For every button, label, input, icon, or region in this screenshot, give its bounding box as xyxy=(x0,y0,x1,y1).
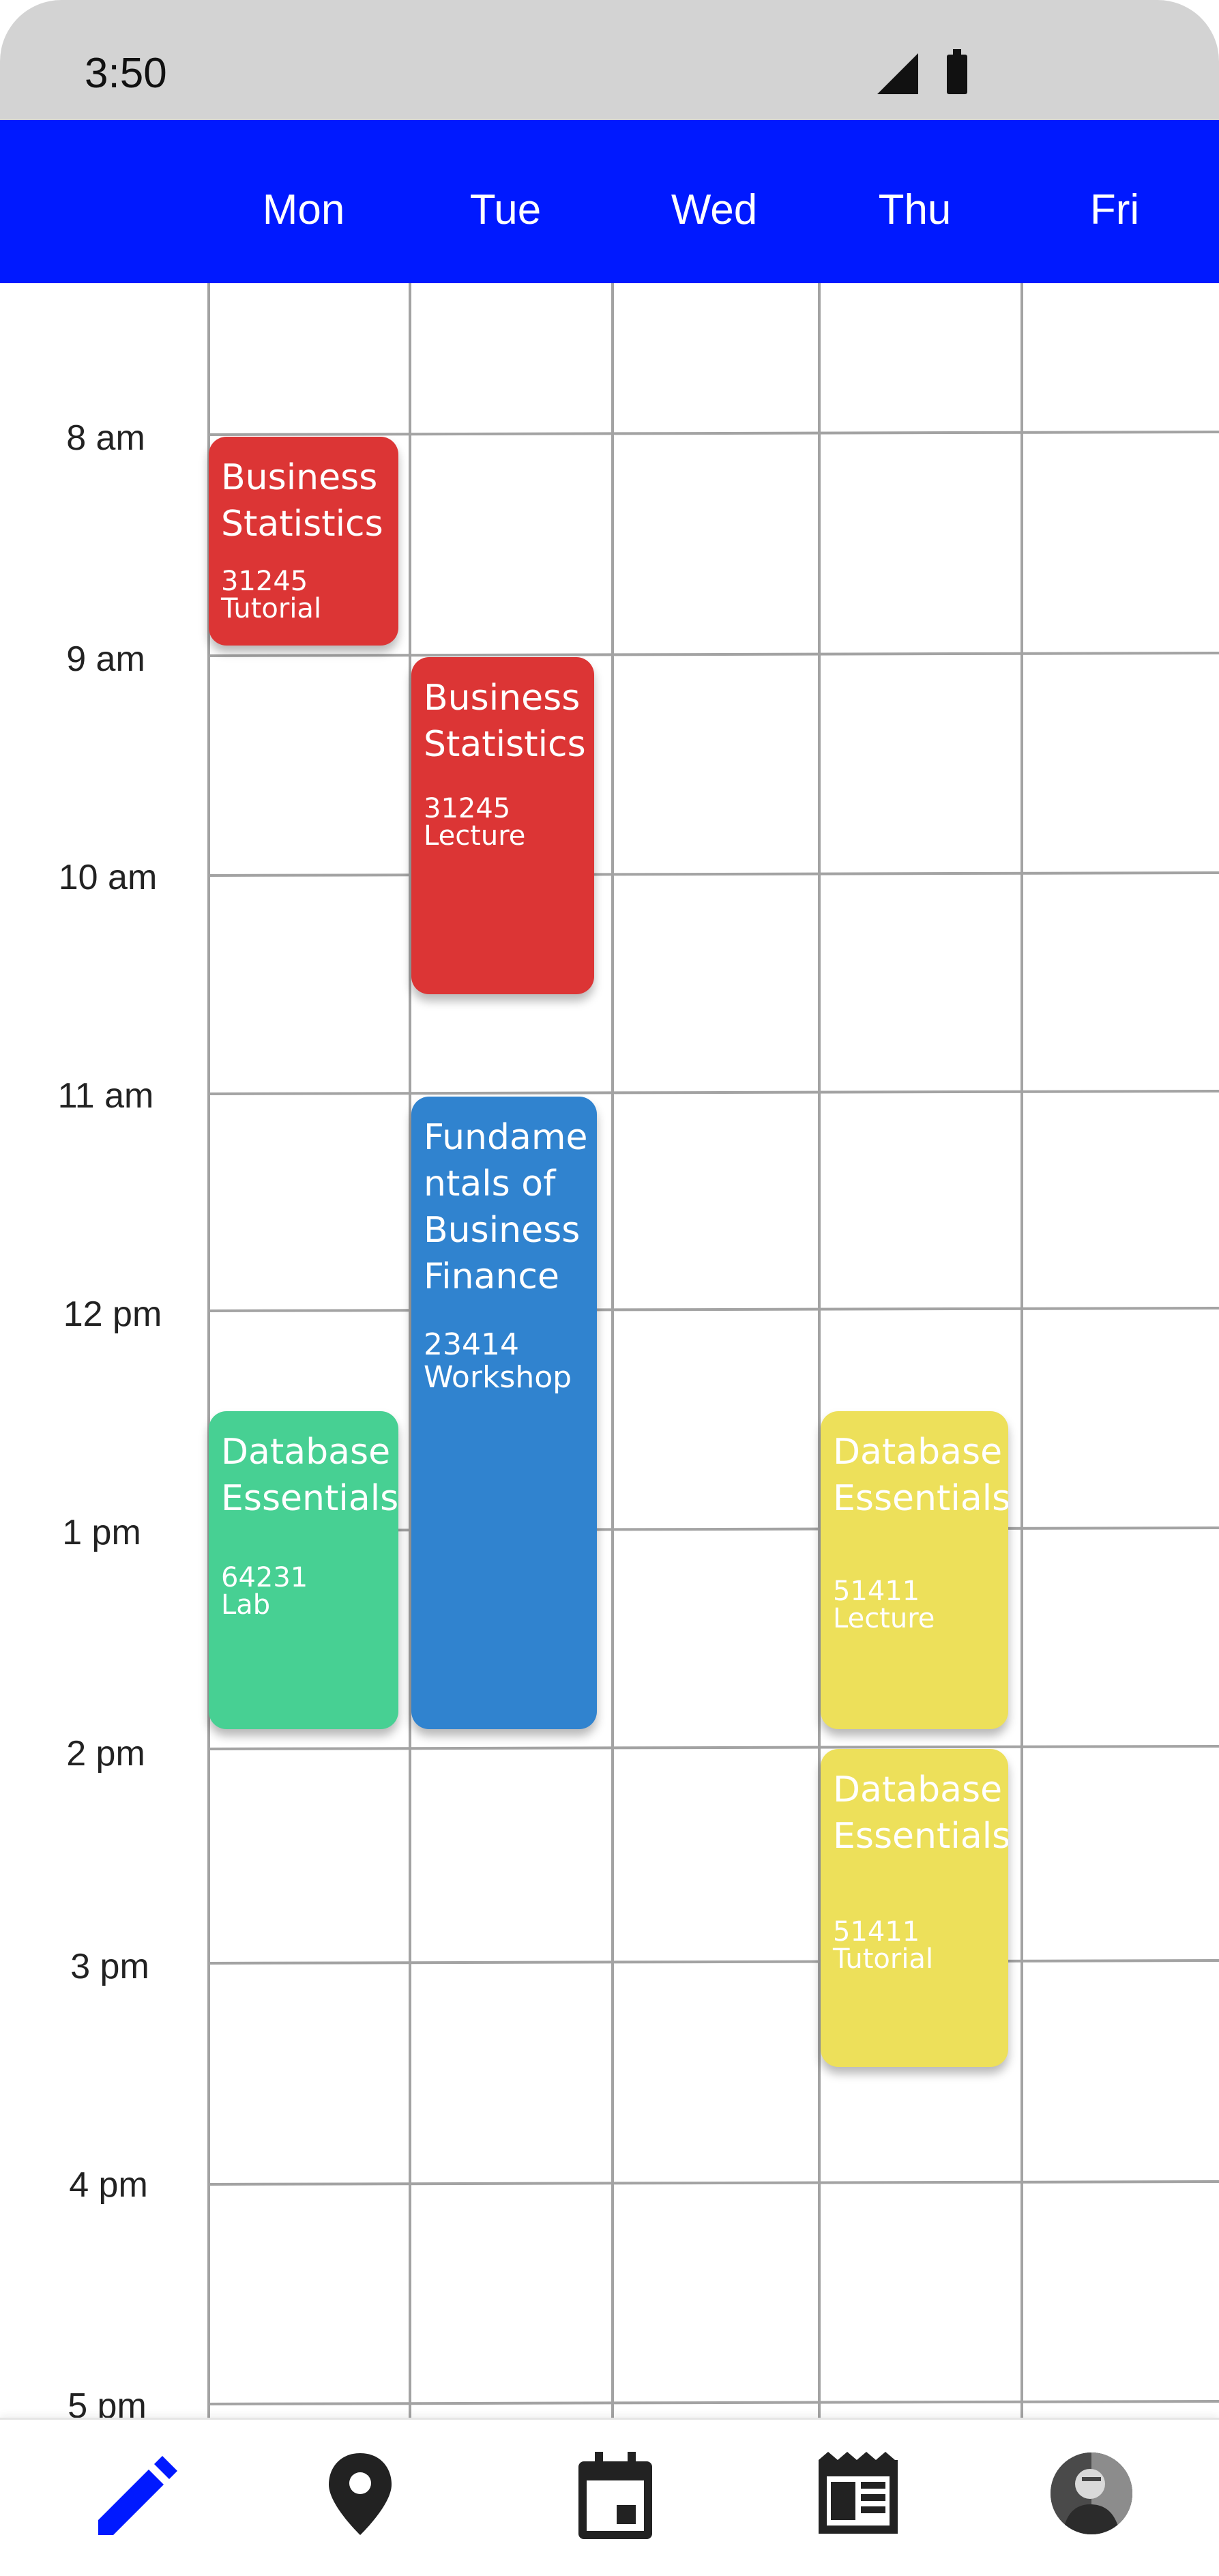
status-bar: 3:50 xyxy=(0,0,1219,120)
nav-news-button[interactable] xyxy=(810,2446,906,2542)
event-type: Tutorial xyxy=(833,1943,934,1975)
pencil-icon xyxy=(98,2456,177,2535)
event-type: Tutorial xyxy=(221,593,322,624)
day-label-fri: Fri xyxy=(1089,186,1140,233)
timetable-grid xyxy=(207,283,1219,2419)
event-code: 51411 xyxy=(833,1916,920,1948)
location-pin-icon xyxy=(329,2453,392,2535)
nav-edit-button[interactable] xyxy=(89,2446,184,2542)
day-label-tue: Tue xyxy=(469,186,542,233)
event-title: Database Essentials xyxy=(833,1769,1008,1857)
event-card[interactable]: Database Essentials 64231 Lab xyxy=(209,1411,398,1729)
event-card[interactable]: Database Essentials 51411 Tutorial xyxy=(821,1749,1008,2067)
event-card[interactable]: Fundame ntals of Business Finance 23414 … xyxy=(411,1097,597,1729)
time-label-3pm: 3 pm xyxy=(70,1947,149,1986)
event-type: Lab xyxy=(221,1589,271,1621)
battery-icon xyxy=(947,49,967,94)
time-label-12pm: 12 pm xyxy=(63,1294,162,1334)
event-title: Business Statistics xyxy=(424,678,586,765)
event-title: Business Statistics xyxy=(221,457,383,545)
event-title: Database Essentials xyxy=(221,1432,398,1519)
time-label-2pm: 2 pm xyxy=(66,1734,145,1774)
time-label-4pm: 4 pm xyxy=(69,2165,148,2205)
signal-icon xyxy=(877,53,918,94)
nav-location-button[interactable] xyxy=(312,2446,408,2542)
news-icon xyxy=(819,2452,898,2534)
event-code: 31245 xyxy=(424,793,511,824)
profile-photo xyxy=(1051,2452,1132,2534)
event-type: Lecture xyxy=(833,1603,935,1634)
event-code: 64231 xyxy=(221,1562,308,1593)
day-label-wed: Wed xyxy=(671,186,758,233)
time-label-10am: 10 am xyxy=(58,858,158,897)
day-label-mon: Mon xyxy=(262,186,345,233)
profile-avatar[interactable] xyxy=(1051,2452,1132,2534)
calendar-icon xyxy=(578,2452,652,2539)
event-code: 51411 xyxy=(833,1576,920,1607)
time-label-11am: 11 am xyxy=(57,1076,154,1116)
event-card[interactable]: Business Statistics 31245 Tutorial xyxy=(209,437,398,646)
nav-calendar-button[interactable] xyxy=(568,2446,663,2542)
event-type: Workshop xyxy=(424,1360,572,1395)
time-label-8am: 8 am xyxy=(66,418,145,458)
status-time: 3:50 xyxy=(85,50,167,97)
day-label-thu: Thu xyxy=(878,186,952,233)
event-code: 23414 xyxy=(424,1327,519,1362)
time-label-1pm: 1 pm xyxy=(62,1513,141,1552)
event-title: Database Essentials xyxy=(833,1432,1008,1519)
event-card[interactable]: Business Statistics 31245 Lecture xyxy=(411,657,594,994)
event-title: Fundame ntals of Business Finance xyxy=(424,1117,588,1297)
time-label-9am: 9 am xyxy=(66,639,145,679)
event-code: 31245 xyxy=(221,566,308,597)
event-type: Lecture xyxy=(424,820,526,852)
event-card[interactable]: Database Essentials 51411 Lecture xyxy=(821,1411,1008,1729)
